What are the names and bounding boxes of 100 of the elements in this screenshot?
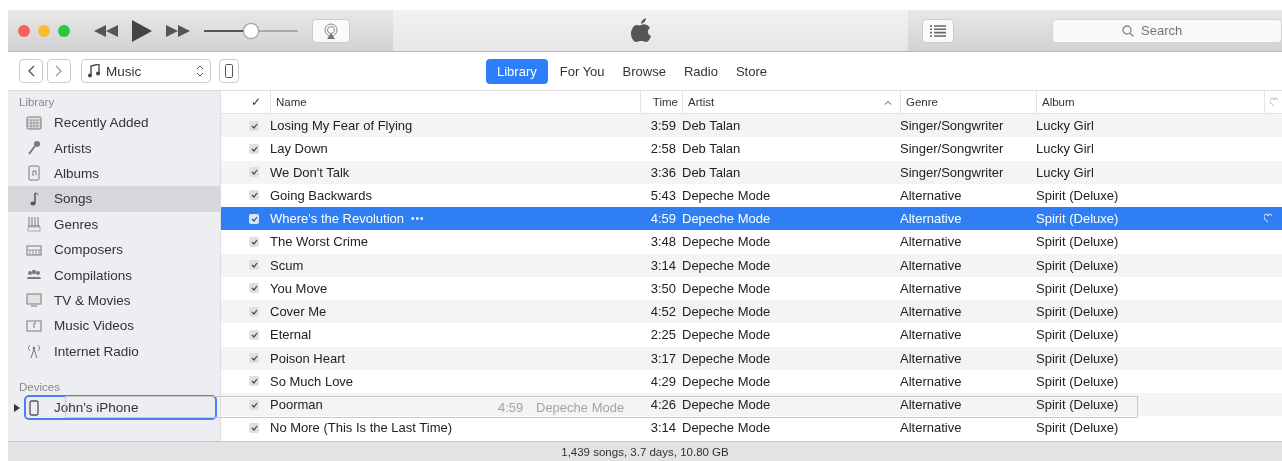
- volume-slider[interactable]: [204, 23, 298, 38]
- table-cell-text: Spirit (Deluxe): [1036, 350, 1120, 366]
- play-icon[interactable]: [132, 19, 152, 42]
- table-cell: We Don't Talk: [270, 164, 350, 180]
- device-button[interactable]: [219, 59, 239, 83]
- table-cell-text: Spirit (Deluxe): [1036, 304, 1120, 320]
- checkbox[interactable]: [249, 236, 259, 247]
- sidebar-item[interactable]: John's iPhone: [24, 394, 217, 421]
- status-text: 1,439 songs, 3.7 days, 10.80 GB: [561, 445, 729, 458]
- table-cell-text: Alternative: [900, 420, 963, 436]
- checkbox[interactable]: [249, 353, 259, 364]
- table-cell: Lay Down: [270, 141, 328, 157]
- checkbox[interactable]: [249, 329, 259, 340]
- column-header[interactable]: Album: [1036, 91, 1264, 113]
- table-cell-text: Alternative: [900, 373, 963, 389]
- table-cell-text: 3:36: [649, 164, 677, 180]
- sidebar-item[interactable]: Artists: [8, 135, 220, 161]
- sidebar-item[interactable]: Albums: [8, 160, 220, 187]
- tab[interactable]: For You: [553, 58, 611, 84]
- sidebar-item[interactable]: Songs: [8, 186, 220, 212]
- sidebar-item[interactable]: Internet Radio: [8, 338, 220, 364]
- chevron-right-icon: [55, 65, 63, 77]
- list-button[interactable]: [922, 18, 954, 43]
- table-cell-text: Alternative: [900, 304, 963, 320]
- table-cell-text: Singer/Songwriter: [900, 141, 1005, 157]
- rewind-icon[interactable]: [94, 24, 118, 37]
- table-cell: Losing My Fear of Flying: [270, 118, 413, 134]
- sidebar-item[interactable]: Genres: [8, 211, 220, 237]
- sidebar-item[interactable]: Composers: [8, 236, 220, 263]
- phone-icon: [26, 399, 42, 416]
- sidebar-item[interactable]: Recently Added: [8, 110, 220, 136]
- checkbox[interactable]: [249, 260, 259, 271]
- table-cell: You Move: [270, 280, 328, 296]
- table-cell-text: Spirit (Deluxe): [1036, 187, 1120, 203]
- table-cell: Eternal: [270, 327, 312, 343]
- table-cell-text: 4:29: [649, 373, 677, 389]
- genres-icon: [26, 216, 42, 233]
- checkbox[interactable]: [249, 167, 259, 178]
- checkbox[interactable]: [249, 399, 259, 410]
- table-cell-text: Depeche Mode: [682, 304, 772, 320]
- table-cell-text: Lucky Girl: [1036, 141, 1095, 157]
- table-cell-text: 3:14: [649, 257, 677, 273]
- table-cell-text: Depeche Mode: [682, 350, 772, 366]
- table-cell-text: Depeche Mode: [682, 187, 772, 203]
- table-cell-text: Spirit (Deluxe): [1036, 327, 1120, 343]
- mic-icon: [26, 140, 42, 157]
- tab[interactable]: Store: [729, 58, 773, 84]
- checkbox[interactable]: [249, 422, 259, 433]
- table-cell-text: Depeche Mode: [682, 257, 772, 273]
- column-header[interactable]: Name: [270, 91, 640, 113]
- table-cell-text: 4:52: [649, 304, 677, 320]
- checkbox[interactable]: [249, 213, 259, 224]
- table-cell-text: Alternative: [900, 234, 963, 250]
- fast-forward-icon[interactable]: [166, 24, 190, 37]
- table-cell: The Worst Crime: [270, 234, 368, 250]
- more-button[interactable]: •••: [411, 213, 425, 225]
- sidebar-item[interactable]: Music Videos: [8, 313, 220, 339]
- checkbox[interactable]: [249, 190, 259, 201]
- table-cell-text: 3:17: [649, 350, 677, 366]
- table-cell-text: Deb Talan: [682, 141, 742, 157]
- search-field[interactable]: Search: [1052, 18, 1282, 43]
- table-cell-text: Deb Talan: [682, 118, 742, 134]
- column-header[interactable]: Time: [640, 91, 682, 113]
- table-cell-text: Spirit (Deluxe): [1036, 257, 1120, 273]
- checkbox[interactable]: [249, 306, 259, 317]
- checkbox[interactable]: [249, 143, 259, 154]
- table-cell-text: Depeche Mode: [682, 280, 772, 296]
- table-cell: Cover Me: [270, 304, 327, 320]
- table-cell-text: Lucky Girl: [1036, 164, 1095, 180]
- table-cell-text: Depeche Mode: [682, 327, 772, 343]
- table-cell: No More (This Is the Last Time): [270, 420, 453, 436]
- checkbox[interactable]: [249, 376, 259, 387]
- table-cell-text: 3:59: [649, 118, 677, 134]
- table-cell: Poison Heart: [270, 350, 346, 366]
- drag-text: Depeche Mode: [536, 399, 625, 415]
- column-header[interactable]: Artist: [682, 91, 900, 113]
- sidebar-heading: Devices: [18, 379, 60, 395]
- table-cell: Poorman: [270, 397, 323, 413]
- table-cell: Scum: [270, 257, 304, 273]
- tab[interactable]: Library: [486, 58, 548, 84]
- tab[interactable]: Browse: [616, 58, 672, 84]
- sidebar-item[interactable]: Compilations: [8, 262, 220, 288]
- table-cell-text: Alternative: [900, 257, 963, 273]
- checkbox[interactable]: [249, 283, 259, 294]
- column-header[interactable]: Genre: [900, 91, 1036, 113]
- table-cell-text: Alternative: [900, 211, 963, 227]
- checkbox[interactable]: [249, 120, 259, 131]
- table-cell-text: Spirit (Deluxe): [1036, 420, 1120, 436]
- airplay-button[interactable]: [312, 18, 350, 43]
- phone-icon: [225, 64, 233, 78]
- table-cell-text: Singer/Songwriter: [900, 118, 1005, 134]
- up-down-chevron-icon: [196, 65, 204, 77]
- sidebar-item[interactable]: TV & Movies: [8, 287, 220, 314]
- disclosure-triangle-icon[interactable]: [14, 403, 20, 412]
- source-dropdown[interactable]: Music: [81, 59, 211, 83]
- tab[interactable]: Radio: [677, 58, 724, 84]
- table-cell-text: 4:26: [649, 397, 677, 413]
- table-cell-text: Spirit (Deluxe): [1036, 234, 1120, 250]
- table-cell-text: 2:25: [649, 327, 677, 343]
- column-header[interactable]: ✓: [249, 91, 270, 113]
